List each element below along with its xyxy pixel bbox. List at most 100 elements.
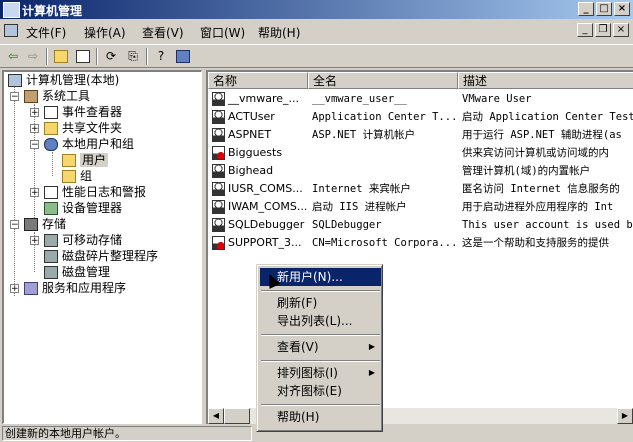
- export-list-icon[interactable]: ⎘: [124, 48, 142, 65]
- expand-toggle[interactable]: +: [30, 124, 39, 134]
- help-icon[interactable]: ?: [152, 48, 170, 65]
- table-row[interactable]: __vmware_... __vmware_user__ VMware User: [208, 90, 633, 108]
- user-name: __vmware_...: [228, 92, 300, 105]
- mdi-restore-button[interactable]: ❐: [595, 23, 611, 37]
- tree-disk-defrag[interactable]: 磁盘碎片整理程序: [44, 248, 158, 264]
- user-name: ACTUser: [228, 110, 275, 123]
- folder-icon: [62, 170, 76, 183]
- user-icon: [212, 128, 225, 142]
- maximize-button[interactable]: □: [596, 2, 612, 16]
- tree-event-viewer[interactable]: 事件查看器: [44, 104, 122, 120]
- menu-item-view[interactable]: 查看(V) ▶: [260, 338, 381, 356]
- disabled-user-icon: [212, 146, 225, 160]
- cell-description: 匿名访问 Internet 信息服务的: [462, 183, 620, 195]
- toolbar-separator: [146, 48, 148, 65]
- tree-performance-logs[interactable]: 性能日志和警报: [44, 184, 146, 200]
- shared-folder-icon: [44, 122, 58, 135]
- menu-separator: [261, 360, 380, 362]
- scroll-left-icon[interactable]: ◀: [208, 408, 224, 424]
- menu-action[interactable]: 操作(A): [84, 24, 126, 41]
- performance-icon: [44, 186, 58, 199]
- minimize-button[interactable]: _: [578, 2, 594, 16]
- column-header-description[interactable]: 描述: [458, 72, 633, 89]
- mdi-window-icon[interactable]: [4, 24, 18, 37]
- properties-icon[interactable]: [174, 48, 192, 65]
- console-tree[interactable]: 计算机管理(本地) − 系统工具 + 事件查看器 + 共享文件夹 − 本地用户和…: [2, 70, 202, 424]
- collapse-toggle[interactable]: −: [10, 220, 19, 230]
- table-row[interactable]: IWAM_COMS... 启动 IIS 进程帐户 用于启动进程外应用程序的 Int: [208, 198, 633, 216]
- table-row[interactable]: ASPNET ASP.NET 计算机帐户 用于运行 ASP.NET 辅助进程(as: [208, 126, 633, 144]
- table-row[interactable]: SUPPORT_3... CN=Microsoft Corpora... 这是一个帮…: [208, 234, 633, 252]
- menu-separator: [261, 404, 380, 406]
- tree-disk-management[interactable]: 磁盘管理: [44, 264, 110, 280]
- menu-item-arrange-icons[interactable]: 排列图标(I) ▶: [260, 364, 381, 382]
- cell-fullname: 启动 IIS 进程帐户: [312, 201, 407, 213]
- tree-local-users-groups[interactable]: 本地用户和组: [44, 136, 134, 152]
- tree-users[interactable]: 用户: [62, 152, 109, 168]
- table-row[interactable]: Bighead 管理计算机(域)的内置帐户: [208, 162, 633, 180]
- collapse-toggle[interactable]: −: [10, 92, 19, 102]
- collapse-toggle[interactable]: −: [30, 140, 39, 150]
- tree-storage[interactable]: 存储: [24, 216, 66, 232]
- column-header-name[interactable]: 名称: [208, 72, 308, 89]
- menu-item-line-up-icons[interactable]: 对齐图标(E): [260, 382, 381, 400]
- cell-description: 管理计算机(域)的内置帐户: [462, 165, 591, 177]
- cell-name: Bighead: [212, 162, 308, 180]
- scroll-thumb[interactable]: [224, 408, 250, 424]
- table-row[interactable]: Bigguests 供来宾访问计算机或访问域的内: [208, 144, 633, 162]
- cell-name: ACTUser: [212, 108, 308, 126]
- tree-shared-folders[interactable]: 共享文件夹: [44, 120, 122, 136]
- cell-name: IWAM_COMS...: [212, 198, 308, 216]
- tree-services-apps[interactable]: 服务和应用程序: [24, 280, 126, 296]
- tree-groups[interactable]: 组: [62, 168, 92, 184]
- refresh-icon[interactable]: ⟳: [102, 48, 120, 65]
- expand-toggle[interactable]: +: [30, 236, 39, 246]
- mdi-minimize-button[interactable]: _: [577, 23, 593, 37]
- computer-management-icon: [3, 2, 20, 18]
- scroll-right-icon[interactable]: ▶: [617, 408, 633, 424]
- menu-window[interactable]: 窗口(W): [200, 24, 245, 41]
- cell-fullname: ASP.NET 计算机帐户: [312, 129, 416, 141]
- storage-icon: [24, 218, 38, 231]
- menu-help[interactable]: 帮助(H): [258, 24, 300, 41]
- cell-name: SUPPORT_3...: [212, 234, 308, 252]
- menu-item-help[interactable]: 帮助(H): [260, 408, 381, 426]
- column-header-fullname[interactable]: 全名: [308, 72, 458, 89]
- cell-description: 用于运行 ASP.NET 辅助进程(as: [462, 129, 622, 141]
- event-viewer-icon: [44, 106, 58, 119]
- menu-view[interactable]: 查看(V): [142, 24, 184, 41]
- menu-separator: [261, 290, 380, 292]
- table-row[interactable]: SQLDebugger SQLDebugger This user account …: [208, 216, 633, 234]
- cell-fullname: Internet 来宾帐户: [312, 183, 411, 195]
- menu-file[interactable]: 文件(F): [26, 24, 66, 41]
- show-hide-tree-icon[interactable]: [74, 48, 92, 65]
- back-arrow-icon[interactable]: ⇦: [4, 48, 22, 65]
- forward-arrow-icon[interactable]: ⇨: [24, 48, 42, 65]
- toolbar-separator: [96, 48, 98, 65]
- system-tools-icon: [24, 90, 38, 103]
- cell-fullname: SQLDebugger: [312, 219, 382, 231]
- removable-storage-icon: [44, 234, 58, 247]
- table-row[interactable]: ACTUser Application Center T... 启动 Applica…: [208, 108, 633, 126]
- close-button[interactable]: ×: [614, 2, 630, 16]
- expand-toggle[interactable]: +: [30, 188, 39, 198]
- user-name: IWAM_COMS...: [228, 200, 308, 213]
- menu-item-export-list[interactable]: 导出列表(L)...: [260, 312, 381, 330]
- table-row[interactable]: IUSR_COMS... Internet 来宾帐户 匿名访问 Internet 信…: [208, 180, 633, 198]
- title-bar[interactable]: 计算机管理 _ □ ×: [0, 0, 633, 19]
- mdi-close-button[interactable]: ×: [613, 23, 629, 37]
- toolbar-separator: [46, 48, 48, 65]
- cell-description: 这是一个帮助和支持服务的提供: [462, 237, 609, 249]
- folder-open-icon: [62, 154, 76, 167]
- device-manager-icon: [44, 202, 58, 215]
- tree-removable-storage[interactable]: 可移动存储: [44, 232, 122, 248]
- up-folder-icon[interactable]: [52, 48, 70, 65]
- menu-item-view-label: 查看(V): [277, 340, 319, 354]
- tree-system-tools[interactable]: 系统工具: [24, 88, 90, 104]
- expand-toggle[interactable]: +: [10, 284, 19, 294]
- menu-item-refresh[interactable]: 刷新(F): [260, 294, 381, 312]
- user-name: ASPNET: [228, 128, 272, 141]
- tree-root[interactable]: 计算机管理(本地): [8, 72, 119, 88]
- tree-device-manager[interactable]: 设备管理器: [44, 200, 122, 216]
- expand-toggle[interactable]: +: [30, 108, 39, 118]
